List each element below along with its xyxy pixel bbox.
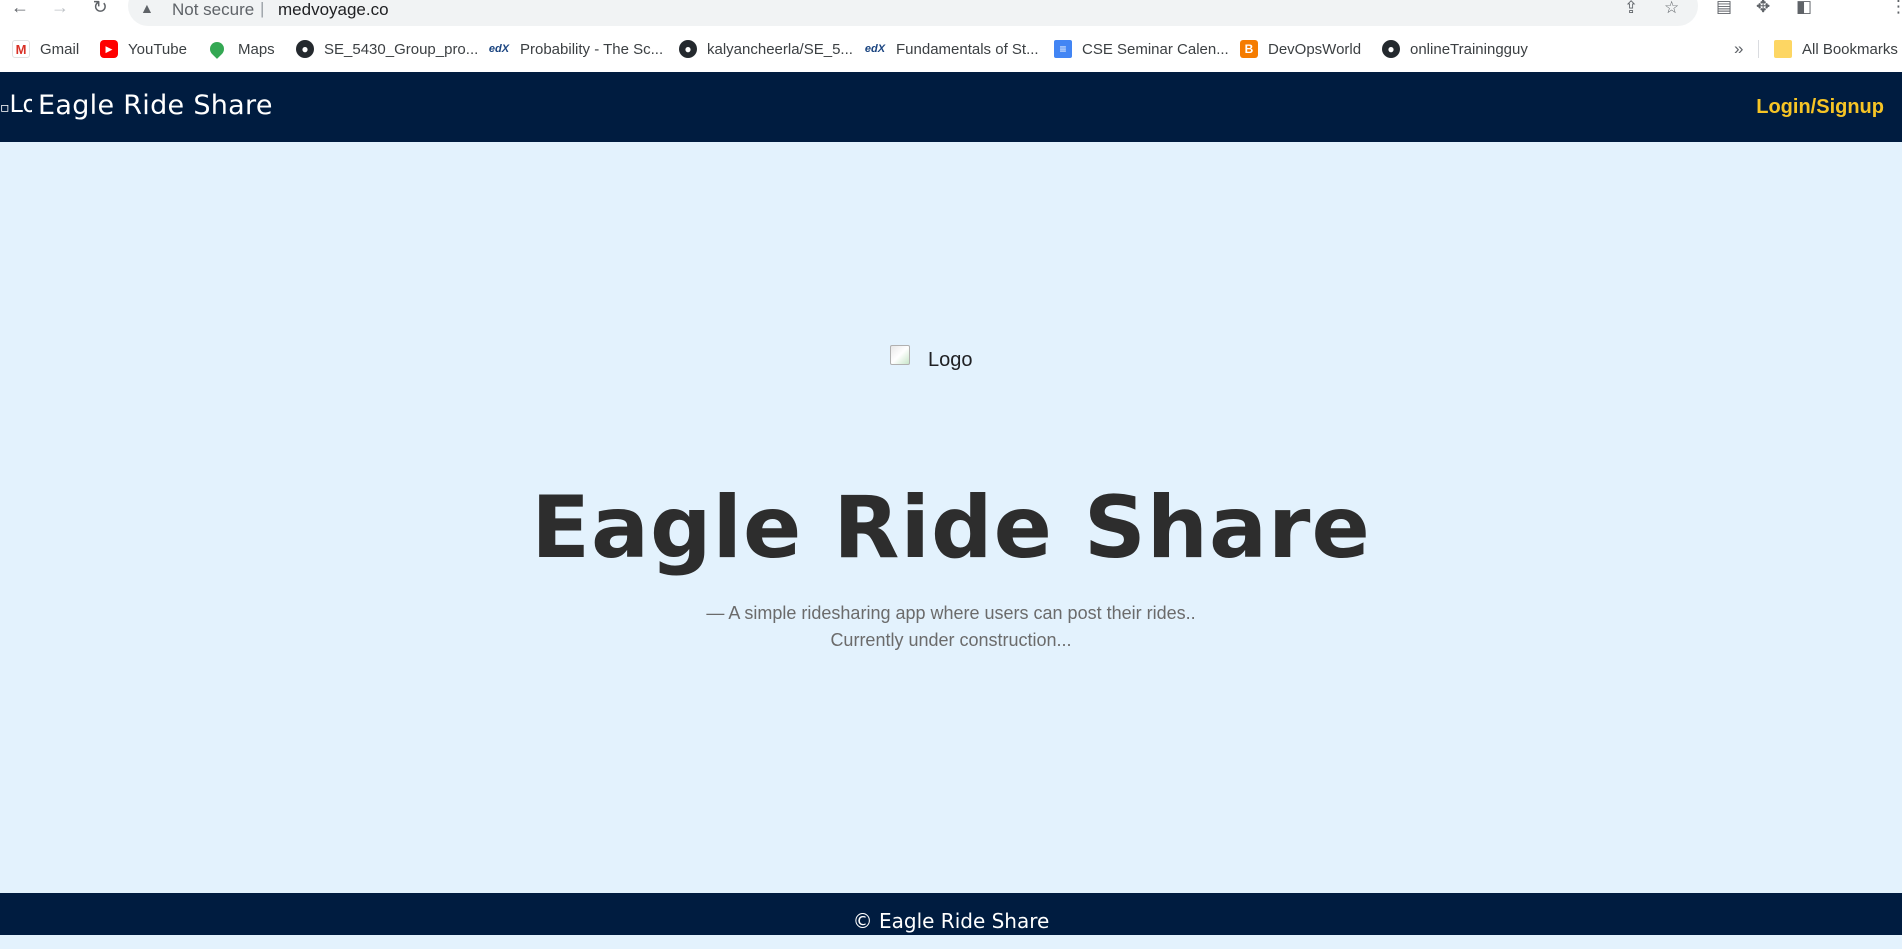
hero-subtitle-line-1: — A simple ridesharing app where users c… bbox=[706, 603, 1196, 623]
hero-logo-image: Logo bbox=[890, 345, 973, 375]
browser-chrome: ← → ↻ ▲ Not secure | medvoyage.co ⇪ ☆ ▤ … bbox=[0, 0, 1902, 72]
footer-copyright: © Eagle Ride Share bbox=[852, 909, 1050, 933]
omnibox-separator: | bbox=[260, 0, 265, 18]
blogger-icon: B bbox=[1240, 40, 1258, 58]
hero-subtitle: — A simple ridesharing app where users c… bbox=[0, 600, 1902, 654]
site-title[interactable]: Eagle Ride Share bbox=[38, 90, 273, 121]
back-icon[interactable]: ← bbox=[6, 0, 34, 22]
share-icon[interactable]: ⇪ bbox=[1624, 0, 1638, 18]
bookmark-maps[interactable]: Maps bbox=[207, 36, 275, 62]
header-logo-alt: Lo bbox=[9, 90, 33, 118]
maps-icon bbox=[207, 39, 227, 59]
address-bar[interactable]: ▲ Not secure | medvoyage.co ⇪ ☆ bbox=[128, 0, 1698, 26]
menu-icon[interactable]: ⋮ bbox=[1890, 0, 1902, 15]
bookmark-label: Fundamentals of St... bbox=[896, 40, 1039, 58]
all-bookmarks-label: All Bookmarks bbox=[1802, 40, 1898, 58]
gmail-icon: M bbox=[12, 40, 30, 58]
folder-icon bbox=[1774, 40, 1792, 58]
github-icon: ● bbox=[1382, 40, 1400, 58]
security-label[interactable]: Not secure bbox=[172, 0, 254, 20]
broken-image-icon bbox=[890, 345, 910, 365]
github-icon: ● bbox=[679, 40, 697, 58]
bookmark-cse-seminar[interactable]: ≡ CSE Seminar Calen... bbox=[1054, 36, 1229, 62]
header-logo-image[interactable]: ▫Lo bbox=[0, 90, 32, 120]
bookmark-label: kalyancheerla/SE_5... bbox=[707, 40, 853, 58]
bookmark-label: DevOpsWorld bbox=[1268, 40, 1362, 58]
bookmark-probability[interactable]: edX Probability - The Sc... bbox=[488, 36, 663, 62]
bookmarks-bar: M Gmail ▶ YouTube Maps ● SE_5430_Group_p… bbox=[0, 36, 1902, 62]
reading-list-icon[interactable]: ▤ bbox=[1716, 0, 1732, 15]
bookmarks-divider bbox=[1758, 40, 1759, 58]
bookmark-label: onlineTrainingguy bbox=[1410, 40, 1528, 58]
forward-icon[interactable]: → bbox=[46, 0, 74, 22]
github-icon: ● bbox=[296, 40, 314, 58]
extensions-icon[interactable]: ✥ bbox=[1756, 0, 1770, 15]
url-text[interactable]: medvoyage.co bbox=[278, 0, 389, 20]
hero-logo-alt: Logo bbox=[928, 348, 973, 371]
fx-icon: edX bbox=[488, 40, 510, 58]
star-icon[interactable]: ☆ bbox=[1664, 0, 1679, 18]
site-header: ▫Lo Eagle Ride Share Login/Signup bbox=[0, 72, 1902, 142]
bookmark-label: SE_5430_Group_pro... bbox=[324, 40, 479, 58]
hero-subtitle-line-2: Currently under construction... bbox=[830, 630, 1072, 650]
bookmark-gmail[interactable]: M Gmail bbox=[12, 36, 79, 62]
side-panel-icon[interactable]: ◧ bbox=[1796, 0, 1812, 15]
site-footer: © Eagle Ride Share bbox=[0, 893, 1902, 935]
more-bookmarks-icon[interactable]: » bbox=[1734, 36, 1743, 62]
browser-toolbar: ← → ↻ ▲ Not secure | medvoyage.co ⇪ ☆ ▤ … bbox=[0, 0, 1902, 28]
warning-icon[interactable]: ▲ bbox=[140, 0, 154, 16]
bookmark-devopsworld[interactable]: B DevOpsWorld bbox=[1240, 36, 1361, 62]
bookmark-label: YouTube bbox=[128, 40, 187, 58]
bookmark-label: CSE Seminar Calen... bbox=[1082, 40, 1229, 58]
reload-icon[interactable]: ↻ bbox=[86, 0, 114, 22]
bookmark-youtube[interactable]: ▶ YouTube bbox=[100, 36, 187, 62]
bookmark-onlinetrainingguy[interactable]: ● onlineTrainingguy bbox=[1382, 36, 1528, 62]
bookmark-fundamentals[interactable]: edX Fundamentals of St... bbox=[864, 36, 1039, 62]
bookmark-label: Maps bbox=[238, 40, 275, 58]
docs-icon: ≡ bbox=[1054, 40, 1072, 58]
all-bookmarks-folder[interactable]: All Bookmarks bbox=[1774, 36, 1898, 62]
bookmark-label: Probability - The Sc... bbox=[520, 40, 664, 58]
bookmark-label: Gmail bbox=[40, 40, 80, 58]
bookmark-se5430[interactable]: ● SE_5430_Group_pro... bbox=[296, 36, 478, 62]
fx-icon: edX bbox=[864, 40, 886, 58]
login-signup-link[interactable]: Login/Signup bbox=[1756, 96, 1884, 119]
bookmark-kalyancheerla[interactable]: ● kalyancheerla/SE_5... bbox=[679, 36, 853, 62]
hero-title: Eagle Ride Share bbox=[531, 478, 1371, 578]
youtube-icon: ▶ bbox=[100, 40, 118, 58]
